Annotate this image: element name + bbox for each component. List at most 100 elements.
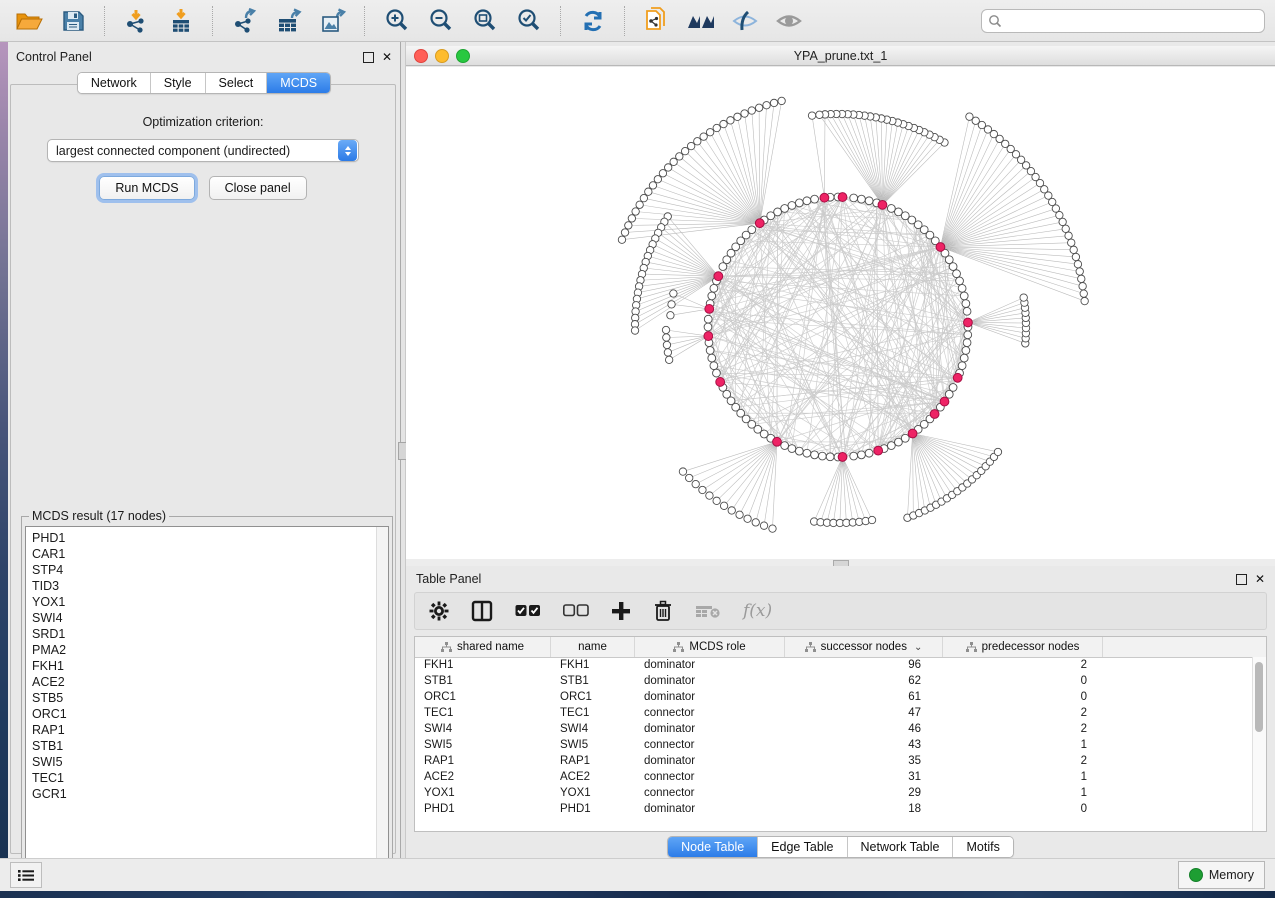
- tab-node-table[interactable]: Node Table: [668, 837, 758, 857]
- network-graph[interactable]: [406, 67, 1275, 561]
- close-panel-button[interactable]: Close panel: [209, 176, 307, 200]
- mcds-result-item[interactable]: ORC1: [32, 706, 388, 722]
- run-mcds-button[interactable]: Run MCDS: [99, 176, 194, 200]
- mcds-result-item[interactable]: CAR1: [32, 546, 388, 562]
- table-row[interactable]: YOX1YOX1connector291: [415, 785, 1253, 801]
- column-header-predecessor-nodes[interactable]: predecessor nodes: [943, 637, 1103, 657]
- close-panel-icon[interactable]: ✕: [1255, 573, 1265, 585]
- zoom-fit-button[interactable]: [466, 4, 504, 38]
- table-row[interactable]: TEC1TEC1connector472: [415, 705, 1253, 721]
- mcds-result-item[interactable]: STB5: [32, 690, 388, 706]
- mcds-result-item[interactable]: YOX1: [32, 594, 388, 610]
- export-network-button[interactable]: [226, 4, 264, 38]
- table-row[interactable]: ACE2ACE2connector311: [415, 769, 1253, 785]
- table-cell: 35: [785, 755, 943, 767]
- table-row[interactable]: SWI4SWI4dominator462: [415, 721, 1253, 737]
- zoom-out-button[interactable]: [422, 4, 460, 38]
- add-column-icon[interactable]: [611, 601, 631, 621]
- mcds-result-item[interactable]: PMA2: [32, 642, 388, 658]
- column-label: predecessor nodes: [982, 641, 1080, 653]
- table-row[interactable]: STB1STB1dominator620: [415, 673, 1253, 689]
- float-panel-icon[interactable]: [1236, 574, 1247, 585]
- save-button[interactable]: [54, 4, 92, 38]
- mcds-result-item[interactable]: TEC1: [32, 770, 388, 786]
- mcds-result-item[interactable]: ACE2: [32, 674, 388, 690]
- tab-mcds[interactable]: MCDS: [267, 73, 330, 93]
- open-file-button[interactable]: [10, 4, 48, 38]
- new-network-from-selection-icon: [644, 7, 670, 35]
- zoom-selected-button[interactable]: [510, 4, 548, 38]
- search-input[interactable]: [1006, 13, 1258, 29]
- mcds-result-item[interactable]: STB1: [32, 738, 388, 754]
- deselect-all-rows-icon[interactable]: [563, 604, 589, 618]
- tab-edge-table[interactable]: Edge Table: [758, 837, 847, 857]
- optimization-criterion-label: Optimization criterion:: [11, 115, 395, 129]
- hide-selected-button[interactable]: [726, 4, 764, 38]
- toolbar-separator: [560, 6, 562, 36]
- export-image-button[interactable]: [314, 4, 352, 38]
- import-table-button[interactable]: [162, 4, 200, 38]
- tab-select[interactable]: Select: [206, 73, 268, 93]
- table-settings-gear-icon[interactable]: [429, 601, 449, 621]
- select-all-rows-icon[interactable]: [515, 604, 541, 618]
- mcds-result-item[interactable]: FKH1: [32, 658, 388, 674]
- mcds-list-scrollbar[interactable]: [376, 527, 388, 877]
- task-history-button[interactable]: [10, 862, 42, 888]
- mcds-result-item[interactable]: TID3: [32, 578, 388, 594]
- column-header-successor-nodes[interactable]: successor nodes ⌄: [785, 637, 943, 657]
- mcds-result-item[interactable]: SWI4: [32, 610, 388, 626]
- table-cell: connector: [635, 787, 785, 799]
- control-panel-tabs: Network Style Select MCDS: [77, 72, 331, 94]
- column-header-shared-name[interactable]: shared name: [415, 637, 551, 657]
- table-row[interactable]: RAP1RAP1dominator352: [415, 753, 1253, 769]
- zoom-in-button[interactable]: [378, 4, 416, 38]
- table-scrollbar-thumb[interactable]: [1255, 662, 1263, 732]
- node-table-body: FKH1FKH1dominator962STB1STB1dominator620…: [415, 657, 1253, 831]
- memory-button[interactable]: Memory: [1178, 861, 1265, 889]
- show-columns-icon[interactable]: [471, 600, 493, 622]
- refresh-button[interactable]: [574, 4, 612, 38]
- search-icon: [988, 14, 1002, 28]
- column-sort-chevron-icon[interactable]: ⌄: [914, 642, 922, 653]
- float-panel-icon[interactable]: [363, 52, 374, 63]
- column-header-name[interactable]: name: [551, 637, 635, 657]
- delete-column-trash-icon[interactable]: [653, 600, 673, 622]
- close-panel-icon[interactable]: ✕: [382, 51, 392, 63]
- column-type-icon: [805, 642, 816, 652]
- mcds-result-item[interactable]: GCR1: [32, 786, 388, 802]
- table-cell: 2: [943, 755, 1103, 767]
- table-row[interactable]: FKH1FKH1dominator962: [415, 657, 1253, 673]
- mcds-result-item[interactable]: SWI5: [32, 754, 388, 770]
- mcds-result-item[interactable]: STP4: [32, 562, 388, 578]
- horizontal-splitter[interactable]: [406, 559, 1275, 566]
- show-all-button[interactable]: [770, 4, 808, 38]
- column-label: MCDS role: [689, 641, 745, 653]
- table-row[interactable]: ORC1ORC1dominator610: [415, 689, 1253, 705]
- tab-network[interactable]: Network: [78, 73, 151, 93]
- network-canvas[interactable]: [406, 67, 1275, 561]
- import-network-button[interactable]: [118, 4, 156, 38]
- table-scrollbar[interactable]: [1252, 657, 1266, 831]
- export-table-button[interactable]: [270, 4, 308, 38]
- search-box[interactable]: [981, 9, 1265, 33]
- network-window-titlebar: YPA_prune.txt_1: [406, 46, 1275, 66]
- mcds-result-list[interactable]: PHD1CAR1STP4TID3YOX1SWI4SRD1PMA2FKH1ACE2…: [25, 526, 389, 878]
- table-row[interactable]: SWI5SWI5connector431: [415, 737, 1253, 753]
- column-label: name: [578, 641, 607, 653]
- column-header-mcds-role[interactable]: MCDS role: [635, 637, 785, 657]
- new-network-from-selection-button[interactable]: [638, 4, 676, 38]
- table-row[interactable]: PHD1PHD1dominator180: [415, 801, 1253, 817]
- optimization-criterion-select[interactable]: largest connected component (undirected): [47, 139, 359, 162]
- tab-network-table[interactable]: Network Table: [848, 837, 954, 857]
- table-cell: 61: [785, 691, 943, 703]
- mcds-result-item[interactable]: RAP1: [32, 722, 388, 738]
- column-type-icon: [441, 642, 452, 652]
- mcds-result-item[interactable]: PHD1: [32, 530, 388, 546]
- tab-style[interactable]: Style: [151, 73, 206, 93]
- first-neighbors-icon: [686, 10, 716, 32]
- table-cell: 1: [943, 771, 1103, 783]
- first-neighbors-button[interactable]: [682, 4, 720, 38]
- tab-motifs[interactable]: Motifs: [953, 837, 1012, 857]
- control-panel: Control Panel ✕ Network Style Select MCD…: [8, 42, 400, 858]
- mcds-result-item[interactable]: SRD1: [32, 626, 388, 642]
